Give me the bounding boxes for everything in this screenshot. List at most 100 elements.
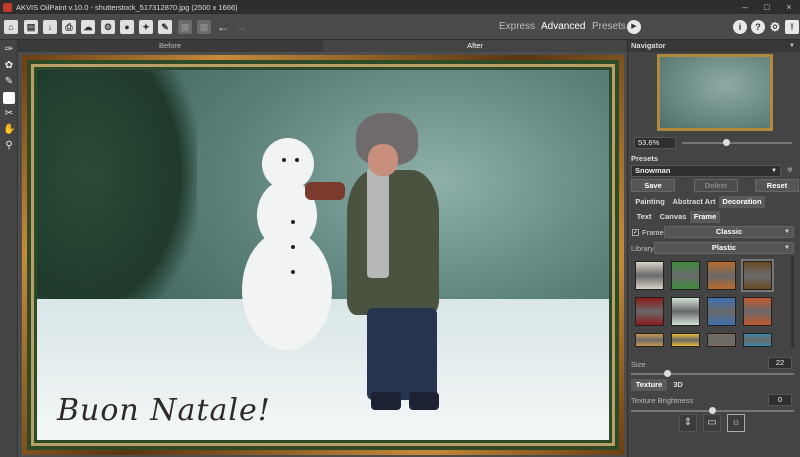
frame-swatch[interactable] — [743, 333, 772, 347]
painted-image: Buon Natale! — [37, 70, 609, 440]
frame-swatch[interactable] — [707, 333, 736, 347]
layers-icon[interactable]: ▦ — [178, 20, 192, 34]
tab-text[interactable]: Text — [633, 211, 655, 223]
picture-frame: Buon Natale! — [22, 55, 624, 455]
collapse-icon[interactable]: ▼ — [789, 40, 795, 52]
frame-swatch[interactable] — [671, 297, 700, 326]
child-face — [368, 144, 398, 176]
book-icon[interactable]: ▭ — [703, 414, 721, 432]
play-icon[interactable]: ▶ — [627, 20, 641, 34]
frame-swatch[interactable] — [671, 261, 700, 290]
image-canvas[interactable]: Buon Natale! — [18, 52, 627, 457]
light-sun-icon[interactable]: ☼ — [727, 414, 745, 432]
zoom-slider[interactable] — [682, 142, 792, 144]
child-pants — [367, 308, 437, 400]
frame-swatch[interactable] — [707, 297, 736, 326]
brush-icon[interactable]: ✎ — [158, 20, 172, 34]
help-icon[interactable]: ? — [751, 20, 765, 34]
save-preset-button[interactable]: Save — [631, 179, 675, 192]
frame-swatch[interactable] — [635, 333, 664, 347]
child-boot — [409, 392, 439, 410]
print-icon[interactable]: ⎙ — [62, 20, 76, 34]
save-icon[interactable]: ↓ — [43, 20, 57, 34]
maximize-button[interactable]: □ — [756, 0, 778, 14]
child-boot — [371, 392, 401, 410]
mode-express[interactable]: Express — [499, 21, 535, 32]
preferences-icon[interactable]: ✦ — [139, 20, 153, 34]
batch-icon[interactable]: ⚙ — [101, 20, 115, 34]
tab-abstract-art[interactable]: Abstract Art — [670, 196, 718, 208]
window-title: AKVIS OilPaint v.10.0 - shutterstock_517… — [16, 2, 238, 12]
swatch-scrollbar[interactable] — [791, 256, 794, 348]
size-slider[interactable] — [631, 373, 794, 375]
frame-swatch[interactable] — [635, 297, 664, 326]
tab-decoration[interactable]: Decoration — [719, 196, 765, 208]
preset-value: Snowman — [635, 166, 671, 175]
left-toolbar: ✑ ✿ ✎ ✂ ✋ ⚲ — [0, 40, 18, 457]
mode-advanced[interactable]: Advanced — [541, 21, 585, 32]
frame-swatch[interactable] — [707, 261, 736, 290]
minimize-button[interactable]: – — [734, 0, 756, 14]
child-glove — [305, 182, 345, 200]
frame-swatch[interactable] — [635, 261, 664, 290]
zoom-tool-icon[interactable]: ⚲ — [3, 140, 15, 152]
settings-gear-icon[interactable]: ⚙ — [768, 20, 782, 34]
brush-tool-icon[interactable]: ✑ — [3, 44, 15, 56]
settings-panel: Navigator ▼ 53.6% Presets Snowman ▼ ♥ Sa… — [627, 40, 800, 457]
tab-after[interactable]: After — [323, 40, 627, 52]
hand-tool-icon[interactable]: ✋ — [3, 124, 15, 136]
tab-before[interactable]: Before — [18, 40, 322, 52]
frame-type-value: Classic — [715, 227, 743, 236]
frame-swatch[interactable] — [671, 333, 700, 347]
app-logo-icon — [3, 2, 12, 12]
run-icon[interactable]: ● — [120, 20, 134, 34]
texture-brightness-field[interactable]: 0 — [768, 394, 792, 406]
mode-presets[interactable]: Presets — [592, 21, 626, 32]
flip-vertical-icon[interactable]: ⇕ — [679, 414, 697, 432]
library-select[interactable]: Plastic ▼ — [654, 242, 794, 254]
smudge-tool-icon[interactable]: ✂ — [3, 108, 15, 120]
favorite-heart-icon[interactable]: ♥ — [787, 165, 793, 176]
delete-preset-button[interactable]: Delete — [694, 179, 738, 192]
greeting-text: Buon Natale! — [57, 393, 271, 428]
filter-icon[interactable]: ▦ — [197, 20, 211, 34]
close-button[interactable]: × — [778, 0, 800, 14]
navigator-thumbnail[interactable] — [657, 54, 773, 131]
frame-checkbox-label: Frame — [642, 228, 664, 237]
frame-type-select[interactable]: Classic ▼ — [664, 226, 794, 238]
preset-select[interactable]: Snowman ▼ — [631, 165, 781, 177]
view-tabs: Before After — [18, 40, 627, 52]
zoom-slider-handle[interactable] — [723, 139, 730, 146]
open-icon[interactable]: ▤ — [24, 20, 38, 34]
tab-3d[interactable]: 3D — [670, 379, 686, 391]
eraser-tool-icon[interactable] — [3, 92, 15, 104]
texture-brightness-handle[interactable] — [709, 407, 716, 414]
size-slider-handle[interactable] — [664, 370, 671, 377]
main-toolbar: ⌂ ▤ ↓ ⎙ ☁ ⚙ ● ✦ ✎ ▦ ▦ ← → Express Advanc… — [0, 14, 800, 40]
navigator-header[interactable]: Navigator ▼ — [628, 40, 800, 52]
title-bar: AKVIS OilPaint v.10.0 - shutterstock_517… — [0, 0, 800, 14]
snowman-button — [291, 220, 295, 224]
tab-canvas[interactable]: Canvas — [658, 211, 688, 223]
navigator-title: Navigator — [631, 41, 666, 50]
undo-icon[interactable]: ← — [216, 20, 230, 34]
decoration-brush-icon[interactable]: ✿ — [3, 60, 15, 72]
zoom-field[interactable]: 53.6% — [634, 137, 676, 149]
share-icon[interactable]: ☁ — [81, 20, 95, 34]
frame-swatch[interactable] — [741, 259, 774, 292]
tab-frame[interactable]: Frame — [690, 211, 720, 223]
reset-preset-button[interactable]: Reset — [755, 179, 799, 192]
tab-painting[interactable]: Painting — [631, 196, 669, 208]
snowman-eye — [295, 158, 299, 162]
frame-swatch[interactable] — [743, 297, 772, 326]
texture-brightness-label: Texture Brightness — [631, 396, 694, 405]
tab-texture[interactable]: Texture — [631, 379, 667, 391]
redo-icon[interactable]: → — [234, 20, 248, 34]
pencil-tool-icon[interactable]: ✎ — [3, 76, 15, 88]
notifications-icon[interactable]: ! — [785, 20, 799, 34]
fir-tree — [37, 70, 197, 330]
home-icon[interactable]: ⌂ — [4, 20, 18, 34]
frame-checkbox[interactable]: ✓ — [632, 229, 639, 236]
size-field[interactable]: 22 — [768, 357, 792, 369]
info-icon[interactable]: i — [733, 20, 747, 34]
